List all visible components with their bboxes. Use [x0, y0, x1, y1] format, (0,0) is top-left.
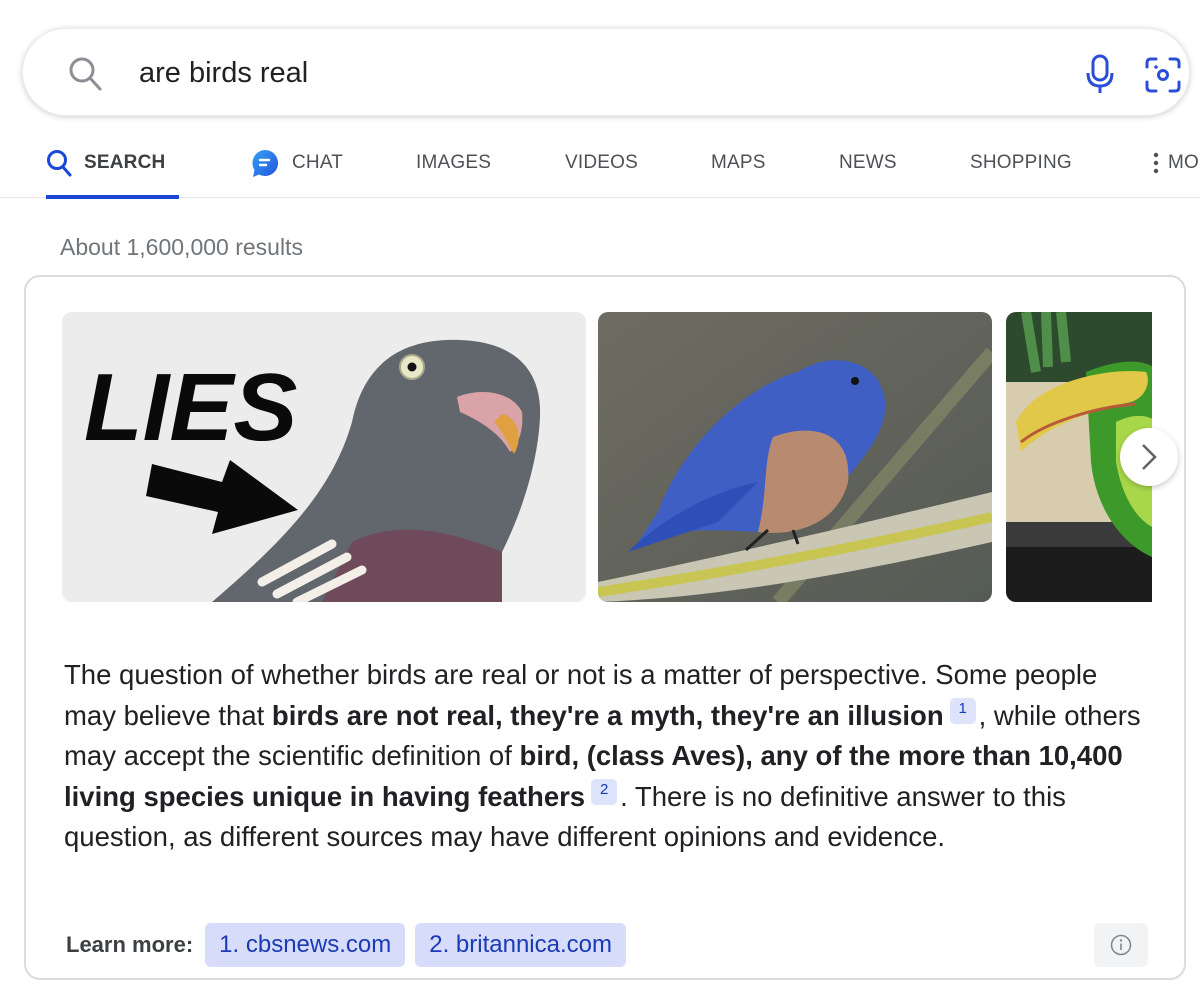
chevron-right-icon — [1142, 444, 1157, 470]
source-link-britannica[interactable]: 2. britannica.com — [415, 923, 626, 967]
tab-label: SHOPPING — [970, 152, 1072, 173]
answer-highlight: birds are not real, they're a myth, they… — [271, 699, 944, 731]
chat-bubble-icon — [252, 149, 279, 177]
results-count: About 1,600,000 results — [60, 234, 303, 260]
answer-text: The question of whether birds are real o… — [64, 655, 1144, 858]
citation-badge[interactable]: 1 — [949, 697, 976, 724]
info-button[interactable] — [1094, 923, 1148, 967]
microphone-icon[interactable] — [1083, 53, 1117, 95]
ai-answer-card: LIES The question of whether birds are r… — [24, 275, 1186, 980]
more-vertical-icon — [1153, 152, 1159, 174]
search-icon — [69, 57, 102, 91]
carousel-next-button[interactable] — [1120, 428, 1178, 486]
tab-news[interactable]: NEWS — [839, 128, 897, 198]
tab-search[interactable]: SEARCH — [46, 128, 180, 199]
learn-more-label: Learn more: — [66, 932, 194, 957]
image-carousel: LIES — [62, 312, 1152, 602]
tab-label: IMAGES — [416, 152, 492, 173]
tab-label: CHAT — [292, 152, 344, 173]
tab-label: NEWS — [839, 152, 897, 173]
tab-label: SEARCH — [84, 152, 166, 173]
tab-label: VIDEOS — [565, 152, 638, 173]
tab-videos[interactable]: VIDEOS — [565, 128, 638, 198]
bluebird-image[interactable] — [598, 312, 992, 602]
source-link-cbsnews[interactable]: 1. cbsnews.com — [205, 923, 406, 967]
tab-chat[interactable]: CHAT — [250, 128, 343, 198]
svg-text:LIES: LIES — [84, 354, 297, 461]
tab-label: MORE — [1168, 152, 1200, 173]
tab-label: MAPS — [711, 152, 766, 173]
camera-lens-icon[interactable] — [1143, 55, 1183, 95]
info-icon — [1110, 934, 1132, 956]
search-tabs: SEARCH CHAT IMAGES VIDEOS MAPS NEWS SHOP… — [0, 128, 1200, 199]
tab-images[interactable]: IMAGES — [416, 128, 491, 198]
citation-badge[interactable]: 2 — [591, 778, 618, 805]
tab-maps[interactable]: MAPS — [711, 128, 766, 198]
tab-shopping[interactable]: SHOPPING — [970, 128, 1072, 198]
search-box — [22, 28, 1190, 116]
tab-more[interactable]: MORE — [1152, 128, 1200, 198]
learn-more-row: Learn more: 1. cbsnews.com 2. britannica… — [66, 923, 636, 967]
search-icon — [47, 150, 72, 177]
pigeon-lies-image[interactable]: LIES — [62, 312, 586, 602]
search-input[interactable] — [139, 53, 989, 93]
